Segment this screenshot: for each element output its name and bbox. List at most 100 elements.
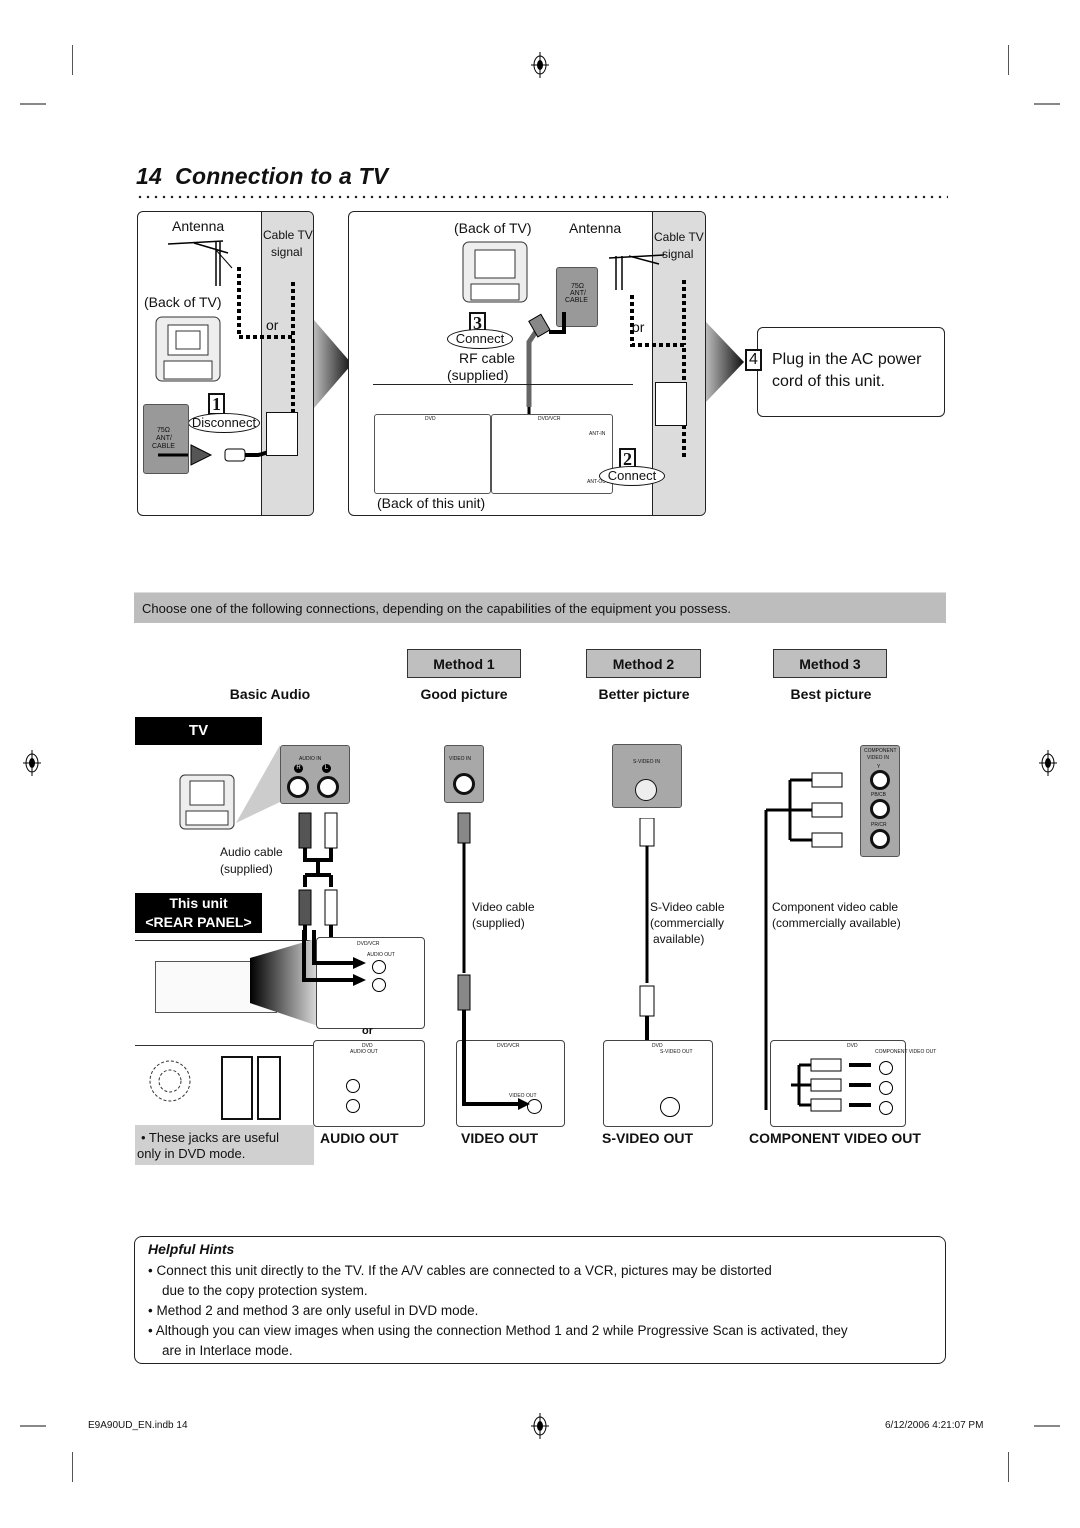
or-label: or	[362, 1025, 373, 1037]
step4-text-line1: Plug in the AC power	[772, 351, 922, 368]
jack-label: PR/CR	[871, 822, 887, 828]
tv-component-in-panel: COMPONENT VIDEO IN Y PB/CB PR/CR	[860, 745, 900, 857]
svideo-in-jack	[635, 779, 657, 801]
component-plugs-icon	[791, 1058, 871, 1112]
unit-dvdvcr-section: DVD/VCR ANT-IN ANT-OUT	[491, 414, 613, 494]
highlight-box	[221, 1056, 253, 1120]
jack-label: S-VIDEO OUT	[660, 1049, 693, 1055]
component-out-y-jack	[879, 1061, 893, 1075]
crop-mark	[72, 1452, 73, 1482]
crop-mark	[20, 1425, 46, 1427]
audio-cable-icon	[298, 812, 338, 945]
component-pr-jack	[870, 829, 890, 849]
or-label: or	[266, 317, 279, 333]
back-of-tv-label: (Back of TV)	[454, 220, 532, 236]
page-title: 14 Connection to a TV	[136, 163, 388, 190]
registration-mark-icon	[531, 52, 549, 78]
step23-panel: (Back of TV) Antenna Cable TV signal 75Ω…	[348, 211, 706, 516]
connect-label-3: Connect	[447, 329, 513, 349]
dotted-divider	[136, 195, 948, 199]
unit-rear-panel-dvd	[135, 1045, 313, 1121]
component-y-jack	[870, 770, 890, 790]
r-marker: R	[294, 764, 303, 773]
video-out-label: VIDEO OUT	[461, 1130, 539, 1146]
component-out-pb-jack	[879, 1081, 893, 1095]
rear-panel-text: <REAR PANEL>	[145, 914, 252, 930]
arrow-right-icon	[314, 320, 352, 408]
component-cable-label: Component video cable	[772, 900, 899, 914]
jack-label: ANT-IN	[589, 431, 606, 437]
registration-mark-icon	[23, 750, 41, 776]
jack-label: ANT/	[570, 290, 586, 297]
audio-cable-supplied: (supplied)	[220, 862, 273, 876]
component-out-pr-jack	[879, 1101, 893, 1115]
section-number: 14	[136, 163, 162, 189]
jack-label: S-VIDEO IN	[633, 759, 660, 765]
section-title: Connection to a TV	[175, 163, 389, 189]
jack-label: 75Ω	[157, 427, 171, 434]
cable-tv-label: Cable TV	[263, 228, 313, 242]
rf-supplied-label: (supplied)	[447, 367, 509, 383]
jack-label: VIDEO IN	[449, 756, 471, 762]
method-3-quality: Best picture	[790, 686, 872, 702]
tv-svideo-in-panel: S-VIDEO IN	[612, 744, 682, 808]
svideo-cable-commercially: (commercially	[650, 916, 725, 930]
jack-label: AUDIO IN	[299, 756, 322, 762]
wall-outlet	[266, 412, 298, 456]
audio-in-l-jack	[317, 776, 339, 798]
back-of-tv-label: (Back of TV)	[144, 294, 222, 310]
svideo-cable-available: available)	[653, 932, 705, 946]
rf-cable-label: RF cable	[459, 350, 516, 366]
registration-mark-icon	[1039, 750, 1057, 776]
tv-back-icon	[179, 774, 235, 830]
component-out-box: DVD COMPONENT VIDEO OUT	[770, 1040, 936, 1127]
dvd-audio-out-box: DVD AUDIO OUT	[313, 1040, 425, 1127]
hint-item-continued: due to the copy protection system.	[162, 1283, 368, 1298]
back-of-unit-label: (Back of this unit)	[377, 495, 486, 511]
connect-label-2: Connect	[599, 466, 665, 486]
dvd-mode-note-line1: • These jacks are useful	[141, 1130, 279, 1145]
arrow-right-icon	[706, 322, 744, 402]
tv-back-icon	[155, 316, 221, 382]
svideo-out-jack	[660, 1097, 680, 1117]
wall-outlet	[655, 382, 687, 426]
jack-label: AUDIO OUT	[350, 1049, 378, 1055]
footer-file-name: E9A90UD_EN.indb 14	[88, 1420, 188, 1431]
audio-out-label: AUDIO OUT	[320, 1130, 399, 1146]
hint-item: • Connect this unit directly to the TV. …	[148, 1263, 772, 1278]
hint-item: • Method 2 and method 3 are only useful …	[148, 1303, 479, 1318]
fan-vent-icon	[149, 1060, 191, 1102]
signal-label: signal	[271, 245, 303, 259]
dvd-audio-out-l-jack	[346, 1079, 360, 1093]
jack-label: DVD/VCR	[538, 416, 561, 422]
component-cable-commercially-available: (commercially available)	[772, 916, 901, 930]
dvd-mode-note-line2: only in DVD mode.	[137, 1146, 246, 1161]
step-4-number: 4	[745, 349, 762, 371]
method-1-quality: Good picture	[420, 686, 508, 702]
hint-item: • Although you can view images when usin…	[148, 1323, 848, 1338]
audio-in-r-jack	[287, 776, 309, 798]
crop-mark	[72, 45, 73, 75]
crop-mark	[1008, 1452, 1009, 1482]
method-3-badge: Method 3	[773, 649, 887, 678]
basic-audio-label: Basic Audio	[229, 686, 311, 702]
step4-box	[757, 327, 945, 417]
jack-label: 75Ω	[571, 283, 585, 290]
helpful-hints-title: Helpful Hints	[148, 1241, 235, 1257]
step1-panel: Antenna Cable TV signal (Back of TV) or …	[137, 211, 314, 516]
component-video-out-label: COMPONENT VIDEO OUT	[749, 1130, 921, 1146]
svideo-out-label: S-VIDEO OUT	[602, 1130, 694, 1146]
video-connection-arrow	[462, 1040, 530, 1110]
jack-label: PB/CB	[871, 792, 887, 798]
zoom-callout	[236, 745, 280, 823]
this-unit-text: This unit	[169, 895, 228, 911]
instruction-banner: Choose one of the following connections,…	[134, 592, 946, 623]
registration-mark-icon	[531, 1413, 549, 1439]
method-2-badge: Method 2	[586, 649, 701, 678]
highlight-box	[257, 1056, 281, 1120]
component-pb-jack	[870, 799, 890, 819]
unit-dvd-section: DVD	[374, 414, 491, 494]
crop-mark	[1008, 45, 1009, 75]
jack-label: COMPONENT	[864, 748, 897, 754]
jack-label: DVD	[847, 1043, 858, 1049]
